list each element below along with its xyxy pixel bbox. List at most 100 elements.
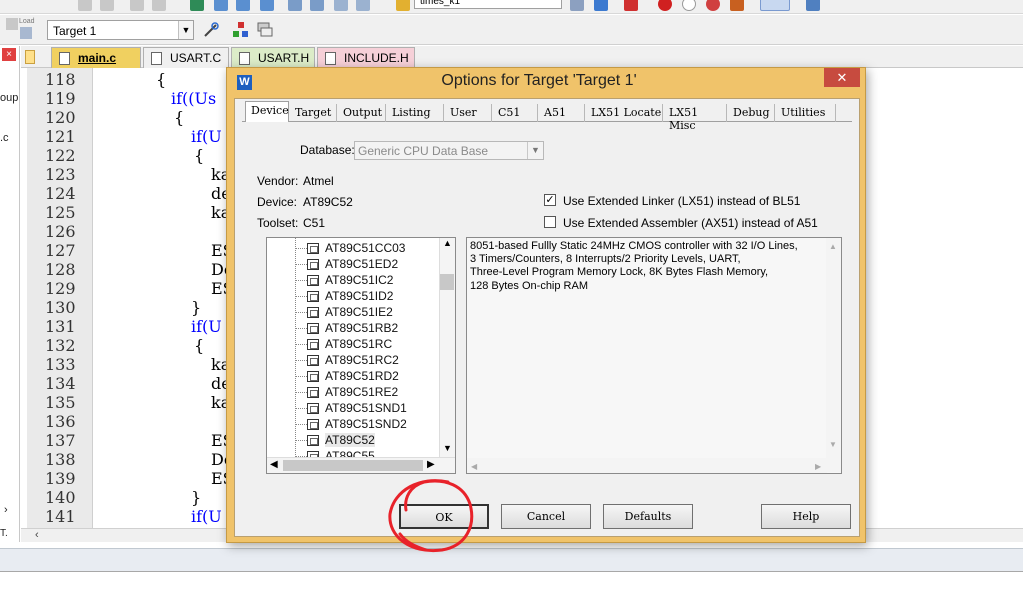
enable-all-breakpoints-icon[interactable] <box>730 0 744 11</box>
device-tree[interactable]: AT89C51CC03 AT89C51ED2 AT89C51IC2 AT89C51ID… <box>266 237 456 474</box>
bookmark-next-icon[interactable] <box>236 0 250 11</box>
tree-vertical-scrollbar[interactable]: ▲ ▼ <box>439 238 455 458</box>
breakpoint-icon[interactable] <box>658 0 672 11</box>
tab-a51[interactable]: A51 <box>539 104 585 122</box>
description-text: 8051-based Fullly Static 24MHz CMOS cont… <box>470 240 838 293</box>
find-in-files-icon[interactable] <box>396 0 410 11</box>
tabs-menu-icon[interactable] <box>25 50 35 64</box>
tab-listing[interactable]: Listing <box>387 104 444 122</box>
navigate-back-icon[interactable] <box>130 0 144 11</box>
chevron-down-icon: ▼ <box>527 142 543 159</box>
device-item[interactable]: AT89C51ID2 <box>325 289 393 303</box>
load-icon[interactable] <box>20 27 32 39</box>
line-number: 131 <box>45 317 76 336</box>
device-item[interactable]: AT89C51RE2 <box>325 385 398 399</box>
disable-breakpoint-icon[interactable] <box>682 0 696 11</box>
tab-usart-h[interactable]: USART.H <box>231 47 315 68</box>
panel-tab-fragment[interactable]: T. <box>0 528 8 539</box>
device-item[interactable]: AT89C51CC03 <box>325 241 405 255</box>
tab-device[interactable]: Device <box>245 101 289 122</box>
device-item[interactable]: AT89C52 <box>325 433 375 447</box>
use-lx51-checkbox[interactable]: ✓ <box>544 194 556 206</box>
project-tree-fragment[interactable]: oup <box>0 92 18 104</box>
chevron-up-icon[interactable]: ▲ <box>443 238 452 248</box>
find-combo[interactable]: times_k1 <box>414 0 562 9</box>
incremental-find-icon[interactable] <box>594 0 608 11</box>
kill-breakpoints-icon[interactable] <box>706 0 720 11</box>
line-number: 135 <box>45 393 76 412</box>
tab-lx51-misc[interactable]: LX51 Misc <box>664 104 727 132</box>
tab-output[interactable]: Output <box>338 104 386 122</box>
help-button[interactable]: Help <box>761 504 851 529</box>
uncomment-icon[interactable] <box>356 0 370 11</box>
device-item[interactable]: AT89C51IE2 <box>325 305 393 319</box>
chevron-up-icon[interactable]: ▲ <box>829 240 837 253</box>
chevron-down-icon[interactable]: ▼ <box>178 21 193 39</box>
description-vertical-scrollbar[interactable]: ▲ ▼ <box>826 238 841 472</box>
target-options-icon[interactable] <box>202 21 220 39</box>
indent-icon[interactable] <box>288 0 302 11</box>
line-number: 141 <box>45 507 76 526</box>
target-select[interactable]: Target 1 ▼ <box>47 20 194 40</box>
device-item[interactable]: AT89C51SND2 <box>325 417 407 431</box>
use-ax51-label[interactable]: Use Extended Assembler (AX51) instead of… <box>563 216 818 230</box>
redo-icon[interactable] <box>100 0 114 11</box>
use-ax51-checkbox[interactable] <box>544 216 556 228</box>
clear-bookmarks-icon[interactable] <box>260 0 274 11</box>
tab-lx51-locate[interactable]: LX51 Locate <box>586 104 663 122</box>
device-item[interactable]: AT89C51RC <box>325 337 392 351</box>
defaults-button[interactable]: Defaults <box>603 504 693 529</box>
chip-icon <box>307 387 319 398</box>
chip-icon <box>307 435 319 446</box>
line-number: 136 <box>45 412 76 431</box>
undo-icon[interactable] <box>78 0 92 11</box>
device-item[interactable]: AT89C51SND1 <box>325 401 407 415</box>
tab-usart-c[interactable]: USART.C <box>143 47 229 68</box>
unindent-icon[interactable] <box>310 0 324 11</box>
bookmark-prev-icon[interactable] <box>214 0 228 11</box>
description-horizontal-scrollbar[interactable]: ◀ ▶ <box>467 458 827 473</box>
chevron-down-icon[interactable]: ▼ <box>443 443 452 453</box>
close-icon[interactable]: × <box>2 48 16 61</box>
manage-components-icon[interactable] <box>232 21 250 39</box>
line-number: 132 <box>45 336 76 355</box>
tab-include-h[interactable]: INCLUDE.H <box>317 47 415 68</box>
device-item[interactable]: AT89C51ED2 <box>325 257 398 271</box>
chevron-right-icon[interactable]: ▶ <box>815 460 821 473</box>
tree-connector <box>295 328 307 329</box>
device-item[interactable]: AT89C51RD2 <box>325 369 399 383</box>
bookmark-icon[interactable] <box>190 0 204 11</box>
project-file-fragment[interactable]: .c <box>0 132 9 144</box>
use-lx51-label[interactable]: Use Extended Linker (LX51) instead of BL… <box>563 194 800 208</box>
device-item[interactable]: AT89C51IC2 <box>325 273 393 287</box>
tab-c51[interactable]: C51 <box>493 104 538 122</box>
comment-icon[interactable] <box>334 0 348 11</box>
chevron-down-icon[interactable]: ▼ <box>829 438 837 451</box>
tree-connector <box>295 312 307 313</box>
options-dialog: W Options for Target 'Target 1' ✕ Device… <box>226 67 866 543</box>
configure-icon[interactable] <box>806 0 820 11</box>
scroll-left-icon[interactable]: ‹ <box>35 529 39 541</box>
debug-session-icon[interactable] <box>624 0 638 11</box>
translate-icon[interactable] <box>6 18 18 30</box>
find-icon[interactable] <box>570 0 584 11</box>
tab-target[interactable]: Target <box>290 104 337 122</box>
chevron-right-icon[interactable]: ▶ <box>427 459 435 470</box>
file-icon <box>325 52 336 65</box>
dialog-close-button[interactable]: ✕ <box>824 68 860 87</box>
line-number: 125 <box>45 203 76 222</box>
tab-main-c[interactable]: main.c <box>51 47 141 68</box>
chevron-left-icon[interactable]: ◀ <box>270 459 278 470</box>
tab-user[interactable]: User <box>445 104 492 122</box>
window-layout-icon[interactable] <box>760 0 790 11</box>
device-item[interactable]: AT89C51RC2 <box>325 353 399 367</box>
cancel-button[interactable]: Cancel <box>501 504 591 529</box>
file-extensions-icon[interactable] <box>256 21 274 39</box>
tab-utilities[interactable]: Utilities <box>776 104 836 122</box>
tab-debug[interactable]: Debug <box>728 104 775 122</box>
tree-connector <box>295 248 307 249</box>
collapse-icon[interactable]: › <box>4 504 8 516</box>
device-item[interactable]: AT89C51RB2 <box>325 321 398 335</box>
scroll-thumb[interactable] <box>440 274 454 290</box>
navigate-forward-icon[interactable] <box>152 0 166 11</box>
